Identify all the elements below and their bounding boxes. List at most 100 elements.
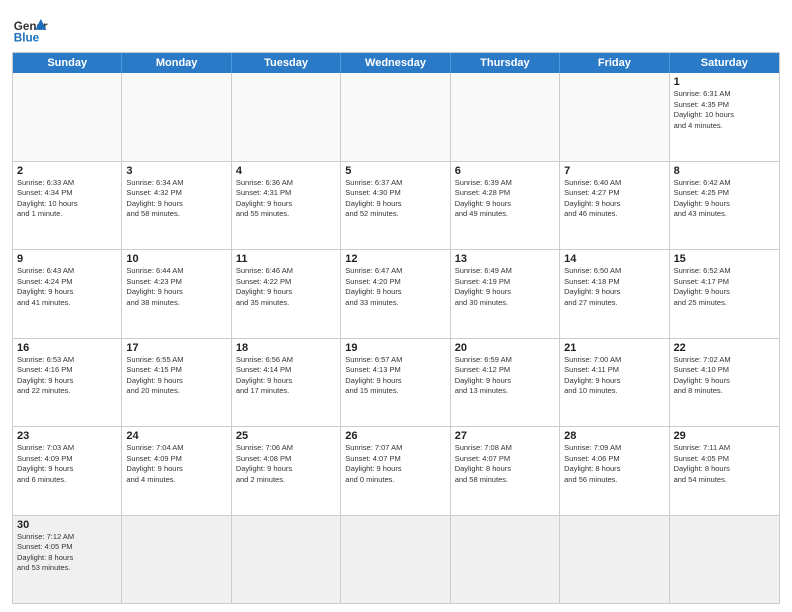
day-number: 2: [17, 165, 117, 177]
weekday-header: Monday: [122, 53, 231, 73]
day-info: Sunrise: 6:46 AM Sunset: 4:22 PM Dayligh…: [236, 266, 336, 308]
calendar-cell: [122, 73, 231, 161]
day-number: 15: [674, 253, 775, 265]
day-number: 22: [674, 342, 775, 354]
day-number: 14: [564, 253, 664, 265]
calendar-row: 9Sunrise: 6:43 AM Sunset: 4:24 PM Daylig…: [13, 249, 779, 338]
calendar-body: 1Sunrise: 6:31 AM Sunset: 4:35 PM Daylig…: [13, 73, 779, 603]
day-number: 16: [17, 342, 117, 354]
day-number: 27: [455, 430, 555, 442]
calendar-cell: [451, 73, 560, 161]
day-info: Sunrise: 6:53 AM Sunset: 4:16 PM Dayligh…: [17, 355, 117, 397]
calendar: SundayMondayTuesdayWednesdayThursdayFrid…: [12, 52, 780, 604]
calendar-cell: [451, 516, 560, 604]
day-info: Sunrise: 7:09 AM Sunset: 4:06 PM Dayligh…: [564, 443, 664, 485]
calendar-cell: [122, 516, 231, 604]
calendar-cell: [670, 516, 779, 604]
day-number: 9: [17, 253, 117, 265]
day-number: 18: [236, 342, 336, 354]
day-number: 3: [126, 165, 226, 177]
day-info: Sunrise: 7:03 AM Sunset: 4:09 PM Dayligh…: [17, 443, 117, 485]
day-number: 10: [126, 253, 226, 265]
logo-icon: General Blue: [12, 10, 48, 46]
calendar-cell: 26Sunrise: 7:07 AM Sunset: 4:07 PM Dayli…: [341, 427, 450, 515]
calendar-cell: [341, 73, 450, 161]
day-number: 24: [126, 430, 226, 442]
calendar-cell: [232, 516, 341, 604]
day-info: Sunrise: 6:40 AM Sunset: 4:27 PM Dayligh…: [564, 178, 664, 220]
day-info: Sunrise: 7:04 AM Sunset: 4:09 PM Dayligh…: [126, 443, 226, 485]
calendar-cell: 19Sunrise: 6:57 AM Sunset: 4:13 PM Dayli…: [341, 339, 450, 427]
day-info: Sunrise: 6:57 AM Sunset: 4:13 PM Dayligh…: [345, 355, 445, 397]
calendar-cell: 23Sunrise: 7:03 AM Sunset: 4:09 PM Dayli…: [13, 427, 122, 515]
calendar-cell: [341, 516, 450, 604]
day-number: 21: [564, 342, 664, 354]
calendar-cell: [232, 73, 341, 161]
weekday-header: Sunday: [13, 53, 122, 73]
day-number: 7: [564, 165, 664, 177]
day-number: 28: [564, 430, 664, 442]
day-number: 4: [236, 165, 336, 177]
calendar-row: 30Sunrise: 7:12 AM Sunset: 4:05 PM Dayli…: [13, 515, 779, 604]
calendar-cell: 4Sunrise: 6:36 AM Sunset: 4:31 PM Daylig…: [232, 162, 341, 250]
day-number: 19: [345, 342, 445, 354]
calendar-cell: 18Sunrise: 6:56 AM Sunset: 4:14 PM Dayli…: [232, 339, 341, 427]
calendar-row: 2Sunrise: 6:33 AM Sunset: 4:34 PM Daylig…: [13, 161, 779, 250]
day-number: 1: [674, 76, 775, 88]
calendar-cell: 13Sunrise: 6:49 AM Sunset: 4:19 PM Dayli…: [451, 250, 560, 338]
calendar-row: 1Sunrise: 6:31 AM Sunset: 4:35 PM Daylig…: [13, 73, 779, 161]
calendar-cell: 29Sunrise: 7:11 AM Sunset: 4:05 PM Dayli…: [670, 427, 779, 515]
calendar-cell: 7Sunrise: 6:40 AM Sunset: 4:27 PM Daylig…: [560, 162, 669, 250]
calendar-cell: 27Sunrise: 7:08 AM Sunset: 4:07 PM Dayli…: [451, 427, 560, 515]
calendar-cell: 15Sunrise: 6:52 AM Sunset: 4:17 PM Dayli…: [670, 250, 779, 338]
day-info: Sunrise: 6:39 AM Sunset: 4:28 PM Dayligh…: [455, 178, 555, 220]
calendar-cell: 22Sunrise: 7:02 AM Sunset: 4:10 PM Dayli…: [670, 339, 779, 427]
day-number: 11: [236, 253, 336, 265]
day-info: Sunrise: 6:50 AM Sunset: 4:18 PM Dayligh…: [564, 266, 664, 308]
calendar-cell: 21Sunrise: 7:00 AM Sunset: 4:11 PM Dayli…: [560, 339, 669, 427]
weekday-header: Wednesday: [341, 53, 450, 73]
day-info: Sunrise: 7:00 AM Sunset: 4:11 PM Dayligh…: [564, 355, 664, 397]
day-info: Sunrise: 6:36 AM Sunset: 4:31 PM Dayligh…: [236, 178, 336, 220]
day-info: Sunrise: 7:08 AM Sunset: 4:07 PM Dayligh…: [455, 443, 555, 485]
calendar-cell: 9Sunrise: 6:43 AM Sunset: 4:24 PM Daylig…: [13, 250, 122, 338]
weekday-header: Friday: [560, 53, 669, 73]
calendar-header: SundayMondayTuesdayWednesdayThursdayFrid…: [13, 53, 779, 73]
day-number: 6: [455, 165, 555, 177]
calendar-cell: 25Sunrise: 7:06 AM Sunset: 4:08 PM Dayli…: [232, 427, 341, 515]
day-info: Sunrise: 6:31 AM Sunset: 4:35 PM Dayligh…: [674, 89, 775, 131]
calendar-cell: 10Sunrise: 6:44 AM Sunset: 4:23 PM Dayli…: [122, 250, 231, 338]
day-number: 13: [455, 253, 555, 265]
calendar-cell: 1Sunrise: 6:31 AM Sunset: 4:35 PM Daylig…: [670, 73, 779, 161]
day-info: Sunrise: 6:59 AM Sunset: 4:12 PM Dayligh…: [455, 355, 555, 397]
day-info: Sunrise: 6:37 AM Sunset: 4:30 PM Dayligh…: [345, 178, 445, 220]
day-number: 30: [17, 519, 117, 531]
day-number: 26: [345, 430, 445, 442]
calendar-cell: 16Sunrise: 6:53 AM Sunset: 4:16 PM Dayli…: [13, 339, 122, 427]
day-number: 29: [674, 430, 775, 442]
day-info: Sunrise: 6:33 AM Sunset: 4:34 PM Dayligh…: [17, 178, 117, 220]
calendar-cell: 24Sunrise: 7:04 AM Sunset: 4:09 PM Dayli…: [122, 427, 231, 515]
day-number: 8: [674, 165, 775, 177]
weekday-header: Tuesday: [232, 53, 341, 73]
calendar-cell: 17Sunrise: 6:55 AM Sunset: 4:15 PM Dayli…: [122, 339, 231, 427]
day-number: 17: [126, 342, 226, 354]
day-number: 5: [345, 165, 445, 177]
page: General Blue SundayMondayTuesdayWednesda…: [0, 0, 792, 612]
calendar-cell: [560, 73, 669, 161]
day-number: 25: [236, 430, 336, 442]
calendar-cell: 5Sunrise: 6:37 AM Sunset: 4:30 PM Daylig…: [341, 162, 450, 250]
day-info: Sunrise: 7:11 AM Sunset: 4:05 PM Dayligh…: [674, 443, 775, 485]
day-info: Sunrise: 7:12 AM Sunset: 4:05 PM Dayligh…: [17, 532, 117, 574]
calendar-row: 23Sunrise: 7:03 AM Sunset: 4:09 PM Dayli…: [13, 426, 779, 515]
calendar-cell: 6Sunrise: 6:39 AM Sunset: 4:28 PM Daylig…: [451, 162, 560, 250]
weekday-header: Saturday: [670, 53, 779, 73]
calendar-cell: 3Sunrise: 6:34 AM Sunset: 4:32 PM Daylig…: [122, 162, 231, 250]
day-info: Sunrise: 6:43 AM Sunset: 4:24 PM Dayligh…: [17, 266, 117, 308]
day-info: Sunrise: 6:47 AM Sunset: 4:20 PM Dayligh…: [345, 266, 445, 308]
day-info: Sunrise: 6:55 AM Sunset: 4:15 PM Dayligh…: [126, 355, 226, 397]
day-number: 20: [455, 342, 555, 354]
day-info: Sunrise: 7:06 AM Sunset: 4:08 PM Dayligh…: [236, 443, 336, 485]
calendar-cell: 28Sunrise: 7:09 AM Sunset: 4:06 PM Dayli…: [560, 427, 669, 515]
day-number: 23: [17, 430, 117, 442]
